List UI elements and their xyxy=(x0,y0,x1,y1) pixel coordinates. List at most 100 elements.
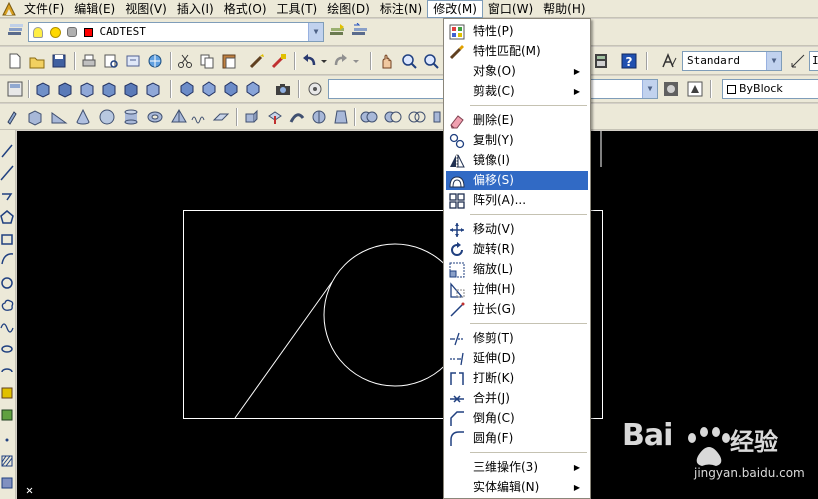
circle-icon[interactable] xyxy=(0,274,14,292)
plot-icon[interactable] xyxy=(80,52,98,70)
menu-edit[interactable]: 编辑(E) xyxy=(69,0,120,18)
menu-item-object[interactable]: 对象(O) ▶ xyxy=(446,62,588,81)
menu-item-rotate[interactable]: 旋转(R) xyxy=(446,240,588,259)
slice-icon[interactable] xyxy=(432,108,442,126)
point-icon[interactable] xyxy=(0,430,14,448)
redo-icon[interactable] xyxy=(332,52,350,70)
box-solid-icon[interactable] xyxy=(26,108,44,126)
menu-file[interactable]: 文件(F) xyxy=(19,0,69,18)
planar-surface-icon[interactable] xyxy=(212,108,230,126)
zoom-realtime-icon[interactable] xyxy=(400,52,418,70)
menu-draw[interactable]: 绘图(D) xyxy=(322,0,375,18)
ucs-icon[interactable] xyxy=(306,80,324,98)
ellipse-icon[interactable] xyxy=(0,340,14,358)
camera-icon[interactable] xyxy=(274,80,292,98)
menu-view[interactable]: 视图(V) xyxy=(120,0,172,18)
plot-preview-icon[interactable] xyxy=(102,52,120,70)
paste-icon[interactable] xyxy=(220,52,238,70)
menu-item-offset[interactable]: 偏移(S) xyxy=(446,171,588,190)
menu-tools[interactable]: 工具(T) xyxy=(272,0,323,18)
color-wheel-icon[interactable] xyxy=(686,80,704,98)
menu-item-stretch[interactable]: 拉伸(H) xyxy=(446,280,588,299)
tangent-line[interactable] xyxy=(234,281,333,419)
pyramid-icon[interactable] xyxy=(170,108,188,126)
menu-item-properties[interactable]: 特性(P) xyxy=(446,22,588,41)
gradient-icon[interactable] xyxy=(0,474,14,492)
make-layer-current-icon[interactable] xyxy=(328,23,346,41)
menu-insert[interactable]: 插入(I) xyxy=(172,0,219,18)
menu-modify[interactable]: 修改(M) xyxy=(427,0,483,18)
rectangle-icon[interactable] xyxy=(0,230,14,248)
ellipse-arc-icon[interactable] xyxy=(0,362,14,380)
redo-dropdown-icon[interactable] xyxy=(352,52,360,70)
revolve-icon[interactable] xyxy=(310,108,328,126)
presspull-icon[interactable] xyxy=(266,108,284,126)
layer-previous-icon[interactable] xyxy=(350,22,368,41)
text-style-icon[interactable] xyxy=(660,52,678,70)
make-block-icon[interactable] xyxy=(0,406,14,424)
menu-item-fillet[interactable]: 圆角(F) xyxy=(446,429,588,448)
helix-icon[interactable] xyxy=(190,108,208,126)
text-style-combo[interactable]: Standard ▼ xyxy=(682,51,782,71)
iso-view-icon-2[interactable] xyxy=(200,80,218,98)
construction-line-icon[interactable] xyxy=(0,164,14,182)
layer-combo[interactable]: CADTEST ▼ xyxy=(28,22,324,42)
sweep-icon[interactable] xyxy=(288,108,306,126)
chevron-down-icon[interactable]: ▼ xyxy=(642,80,657,98)
color-control-combo[interactable]: ByBlock xyxy=(722,79,818,99)
chevron-down-icon[interactable]: ▼ xyxy=(766,52,781,70)
chevron-down-icon[interactable]: ▼ xyxy=(308,23,323,41)
open-folder-icon[interactable] xyxy=(28,52,46,70)
undo-dropdown-icon[interactable] xyxy=(320,52,328,70)
polyline-icon[interactable] xyxy=(0,186,14,204)
menu-item-solid-editing[interactable]: 实体编辑(N) ▶ xyxy=(446,478,588,497)
box-view-icon-6[interactable] xyxy=(144,80,162,98)
dim-style-combo[interactable]: I xyxy=(809,51,818,71)
calculator-icon[interactable] xyxy=(592,52,610,70)
iso-view-icon-3[interactable] xyxy=(222,80,240,98)
iso-view-icon-1[interactable] xyxy=(178,80,196,98)
autocad-logo-icon[interactable] xyxy=(1,1,17,17)
undo-icon[interactable] xyxy=(300,52,318,70)
match-properties-icon[interactable] xyxy=(248,52,266,70)
box-view-icon-4[interactable] xyxy=(100,80,118,98)
menu-item-mirror[interactable]: 镜像(I) xyxy=(446,151,588,170)
insert-block-icon[interactable] xyxy=(0,384,14,402)
publish-web-icon[interactable] xyxy=(146,52,164,70)
block-editor-icon[interactable] xyxy=(270,52,288,70)
dimension-style-icon[interactable] xyxy=(790,52,808,70)
menu-item-lengthen[interactable]: 拉长(G) xyxy=(446,300,588,319)
layer-manager-icon[interactable] xyxy=(6,23,24,41)
polysolid-icon[interactable] xyxy=(6,108,18,126)
box-view-icon-5[interactable] xyxy=(122,80,140,98)
save-icon[interactable] xyxy=(50,52,68,70)
wedge-icon[interactable] xyxy=(50,108,68,126)
line-icon[interactable] xyxy=(0,142,14,160)
menu-item-move[interactable]: 移动(V) xyxy=(446,220,588,239)
menu-window[interactable]: 窗口(W) xyxy=(483,0,538,18)
box-view-icon-2[interactable] xyxy=(56,80,74,98)
extrude-icon[interactable] xyxy=(242,108,260,126)
menu-dimension[interactable]: 标注(N) xyxy=(375,0,427,18)
loft-icon[interactable] xyxy=(332,108,350,126)
copy-clipboard-icon[interactable] xyxy=(198,52,216,70)
menu-item-erase[interactable]: 删除(E) xyxy=(446,111,588,130)
pan-hand-icon[interactable] xyxy=(378,52,396,70)
menu-item-match-properties[interactable]: 特性匹配(M) xyxy=(446,42,588,61)
cut-icon[interactable] xyxy=(176,52,194,70)
menu-item-trim[interactable]: 修剪(T) xyxy=(446,329,588,348)
workspace-icon[interactable] xyxy=(6,80,24,98)
box-view-icon-3[interactable] xyxy=(78,80,96,98)
subtract-icon[interactable] xyxy=(384,108,402,126)
box-view-icon-1[interactable] xyxy=(34,80,52,98)
zoom-window-icon[interactable] xyxy=(422,52,442,70)
new-file-icon[interactable] xyxy=(6,52,24,70)
publish-icon[interactable] xyxy=(124,52,142,70)
menu-item-break[interactable]: 打断(K) xyxy=(446,369,588,388)
menu-item-extend[interactable]: 延伸(D) xyxy=(446,349,588,368)
help-icon[interactable]: ? xyxy=(620,52,638,70)
menu-item-chamfer[interactable]: 倒角(C) xyxy=(446,409,588,428)
spline-icon[interactable] xyxy=(0,316,14,334)
view-manager-icon[interactable] xyxy=(662,80,680,98)
menu-item-scale[interactable]: 缩放(L) xyxy=(446,260,588,279)
